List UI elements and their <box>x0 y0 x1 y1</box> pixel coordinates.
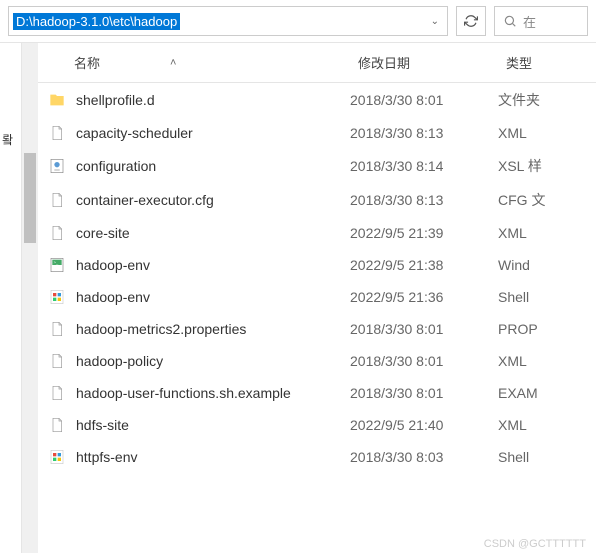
file-name: capacity-scheduler <box>76 125 193 141</box>
file-name-cell: configuration <box>46 157 350 175</box>
column-date[interactable]: 修改日期 <box>358 53 506 72</box>
file-name-cell: container-executor.cfg <box>46 191 350 209</box>
file-type: XML <box>498 225 588 241</box>
file-row[interactable]: hadoop-user-functions.sh.example 2018/3/3… <box>38 377 596 409</box>
file-type: CFG 文 <box>498 190 588 210</box>
file-row[interactable]: hadoop-env 2022/9/5 21:36Shell <box>38 281 596 313</box>
file-type: 文件夹 <box>498 90 588 110</box>
scrollbar-thumb[interactable] <box>24 153 36 243</box>
xsl-icon <box>46 157 68 175</box>
file-name-cell: hadoop-user-functions.sh.example <box>46 384 350 402</box>
file-type: XSL 样 <box>498 156 588 176</box>
file-icon <box>46 124 68 142</box>
file-name-cell: hadoop-metrics2.properties <box>46 320 350 338</box>
file-name-cell: capacity-scheduler <box>46 124 350 142</box>
file-type: XML <box>498 125 588 141</box>
svg-text:>_: >_ <box>54 260 59 265</box>
file-icon <box>46 191 68 209</box>
folder-icon <box>46 91 68 109</box>
file-icon <box>46 352 68 370</box>
file-name-cell: shellprofile.d <box>46 91 350 109</box>
file-name: configuration <box>76 158 156 174</box>
toolbar: D:\hadoop-3.1.0\etc\hadoop ⌄ 在 <box>0 0 596 43</box>
sh-icon <box>46 288 68 306</box>
file-date: 2018/3/30 8:13 <box>350 192 498 208</box>
search-box[interactable]: 在 <box>494 6 588 36</box>
file-type: XML <box>498 353 588 369</box>
file-row[interactable]: hdfs-site 2022/9/5 21:40XML <box>38 409 596 441</box>
file-row[interactable]: hadoop-metrics2.properties 2018/3/30 8:01… <box>38 313 596 345</box>
column-name[interactable]: 名称 ˄ <box>46 53 358 72</box>
file-name: shellprofile.d <box>76 92 155 108</box>
file-row[interactable]: configuration 2018/3/30 8:14XSL 样 <box>38 149 596 183</box>
file-type: XML <box>498 417 588 433</box>
file-row[interactable]: hadoop-policy 2018/3/30 8:01XML <box>38 345 596 377</box>
file-date: 2022/9/5 21:39 <box>350 225 498 241</box>
file-name: hadoop-metrics2.properties <box>76 321 246 337</box>
file-name: core-site <box>76 225 130 241</box>
chevron-down-icon[interactable]: ⌄ <box>427 16 443 27</box>
file-name-cell: httpfs-env <box>46 448 350 466</box>
refresh-icon <box>464 14 478 28</box>
file-name: hadoop-env <box>76 289 150 305</box>
file-name: hadoop-user-functions.sh.example <box>76 385 291 401</box>
file-date: 2018/3/30 8:01 <box>350 321 498 337</box>
file-date: 2018/3/30 8:14 <box>350 158 498 174</box>
file-row[interactable]: httpfs-env 2018/3/30 8:03Shell <box>38 441 596 473</box>
file-row[interactable]: container-executor.cfg 2018/3/30 8:13CFG … <box>38 183 596 217</box>
file-name-cell: >_ hadoop-env <box>46 256 350 274</box>
nav-edge-label: 뢐 <box>2 131 13 148</box>
file-row[interactable]: core-site 2022/9/5 21:39XML <box>38 217 596 249</box>
search-placeholder: 在 <box>523 12 536 31</box>
sh-icon <box>46 448 68 466</box>
refresh-button[interactable] <box>456 6 486 36</box>
content-area: 뢐 名称 ˄ 修改日期 类型 shellprofile.d 2018/3/30 8… <box>0 43 596 553</box>
column-headers: 名称 ˄ 修改日期 类型 <box>38 43 596 83</box>
file-name: hadoop-policy <box>76 353 163 369</box>
file-date: 2018/3/30 8:03 <box>350 449 498 465</box>
file-date: 2018/3/30 8:01 <box>350 385 498 401</box>
file-icon <box>46 384 68 402</box>
file-name: hdfs-site <box>76 417 129 433</box>
address-path: D:\hadoop-3.1.0\etc\hadoop <box>13 13 180 30</box>
file-name: httpfs-env <box>76 449 137 465</box>
file-name: container-executor.cfg <box>76 192 214 208</box>
file-type: Shell <box>498 289 588 305</box>
file-date: 2018/3/30 8:13 <box>350 125 498 141</box>
file-date: 2018/3/30 8:01 <box>350 353 498 369</box>
file-icon <box>46 416 68 434</box>
file-row[interactable]: shellprofile.d 2018/3/30 8:01文件夹 <box>38 83 596 117</box>
file-type: Shell <box>498 449 588 465</box>
file-date: 2018/3/30 8:01 <box>350 92 498 108</box>
file-name-cell: hadoop-env <box>46 288 350 306</box>
file-date: 2022/9/5 21:38 <box>350 257 498 273</box>
column-type[interactable]: 类型 <box>506 53 588 72</box>
file-icon <box>46 224 68 242</box>
address-bar[interactable]: D:\hadoop-3.1.0\etc\hadoop ⌄ <box>8 6 448 36</box>
column-name-label: 名称 <box>74 53 100 72</box>
file-row[interactable]: capacity-scheduler 2018/3/30 8:13XML <box>38 117 596 149</box>
file-icon <box>46 320 68 338</box>
file-type: Wind <box>498 257 588 273</box>
file-date: 2022/9/5 21:40 <box>350 417 498 433</box>
watermark: CSDN @GCTTTTTT <box>484 538 586 550</box>
file-area: 名称 ˄ 修改日期 类型 shellprofile.d 2018/3/30 8:0… <box>38 43 596 553</box>
file-name-cell: hadoop-policy <box>46 352 350 370</box>
nav-scrollbar[interactable] <box>22 43 38 553</box>
file-list: shellprofile.d2018/3/30 8:01文件夹capacity-… <box>38 83 596 473</box>
file-name-cell: hdfs-site <box>46 416 350 434</box>
file-date: 2022/9/5 21:36 <box>350 289 498 305</box>
file-name: hadoop-env <box>76 257 150 273</box>
search-icon <box>503 14 517 28</box>
file-row[interactable]: >_ hadoop-env 2022/9/5 21:38Wind <box>38 249 596 281</box>
file-type: PROP <box>498 321 588 337</box>
sort-asc-icon: ˄ <box>170 57 176 69</box>
nav-edge: 뢐 <box>0 43 22 553</box>
file-type: EXAM <box>498 385 588 401</box>
file-name-cell: core-site <box>46 224 350 242</box>
cmd-icon: >_ <box>46 256 68 274</box>
